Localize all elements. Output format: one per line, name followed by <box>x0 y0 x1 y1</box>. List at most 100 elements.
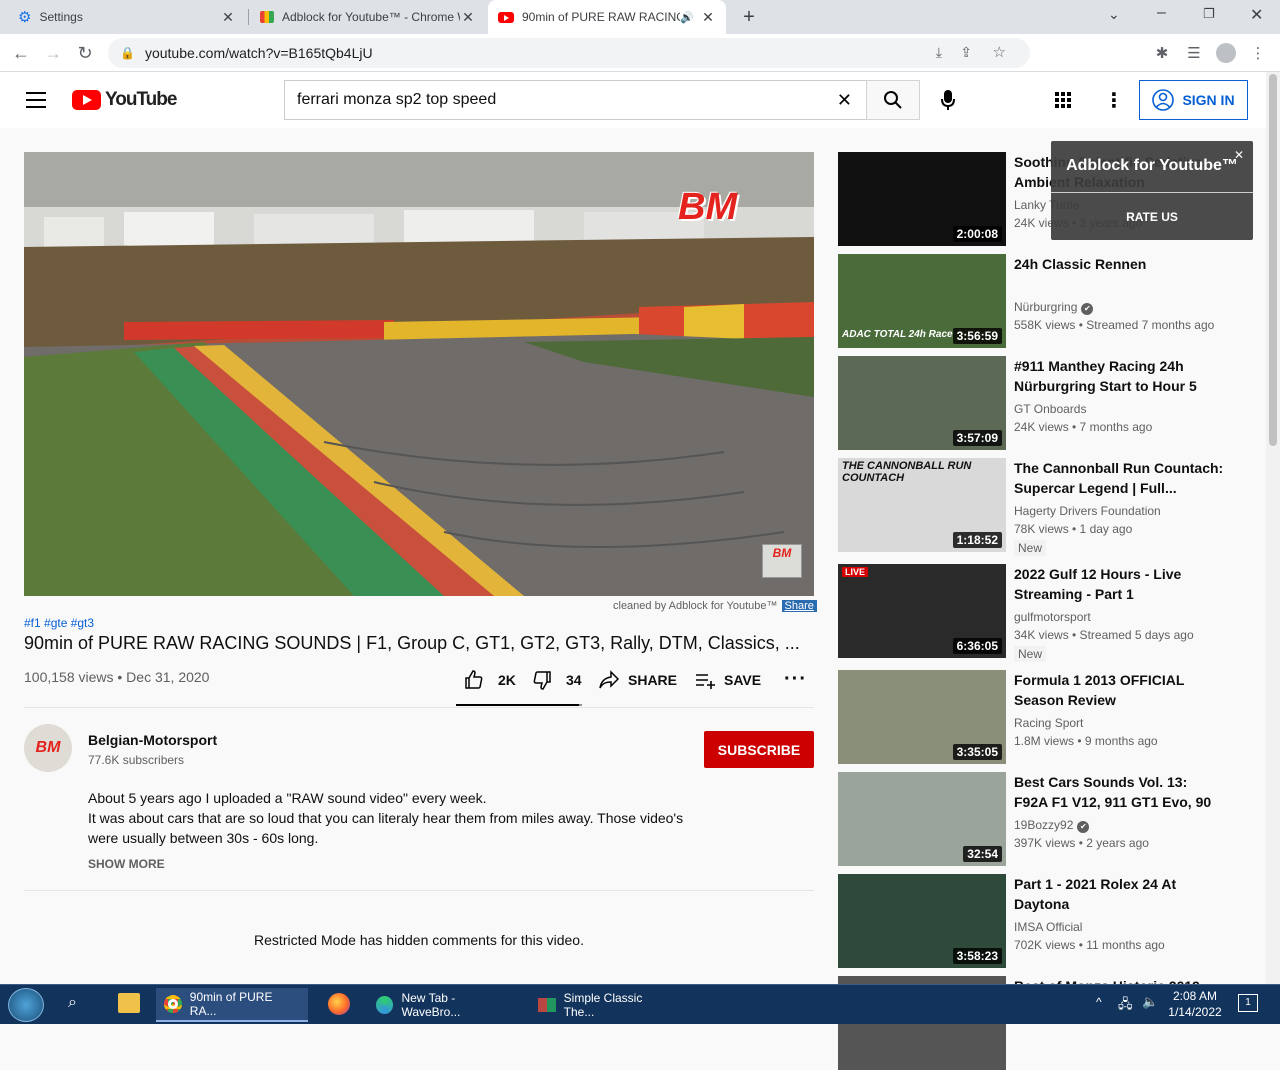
recommended-video[interactable]: 3:57:09 #911 Manthey Racing 24h Nürburgri… <box>838 356 1258 450</box>
browser-toolbar: ← → ↻ 🔒 youtube.com/watch?v=B165tQb4LjU … <box>0 34 1280 72</box>
recommended-video[interactable]: 3:58:23 Part 1 - 2021 Rolex 24 At Daytona… <box>838 874 1258 968</box>
tab-youtube[interactable]: 90min of PURE RAW RACING 🔊 ✕ <box>488 0 726 34</box>
recommended-video-title[interactable]: Formula 1 2013 OFFICIAL Season Review <box>1014 670 1224 710</box>
tab-title: Adblock for Youtube™ - Chrome We <box>282 10 460 24</box>
recommended-video-channel[interactable]: 19Bozzy92 ✔ <box>1014 818 1090 833</box>
clear-search-icon[interactable]: ✕ <box>837 90 852 111</box>
start-button[interactable] <box>8 988 44 1022</box>
video-thumbnail[interactable]: 32:54 <box>838 772 1006 866</box>
wave-browser-icon <box>376 996 394 1014</box>
action-center-icon[interactable]: 1 <box>1238 994 1258 1012</box>
search-icon[interactable]: ⌕ <box>68 994 77 1012</box>
recommended-video-channel[interactable]: Racing Sport <box>1014 716 1083 730</box>
channel-watermark[interactable]: BM <box>762 544 802 578</box>
recommended-video-title[interactable]: 24h Classic Rennen <box>1014 254 1224 274</box>
tab-adblock-store[interactable]: Adblock for Youtube™ - Chrome We ✕ <box>250 0 486 34</box>
channel-avatar[interactable]: BM <box>24 724 72 772</box>
file-explorer-icon[interactable] <box>118 993 140 1013</box>
extensions-icon[interactable]: ✱ <box>1148 39 1176 67</box>
video-hashtags[interactable]: #f1 #gte #gt3 <box>24 616 94 630</box>
save-button[interactable]: SAVE <box>694 668 761 692</box>
recommended-video-channel[interactable]: IMSA Official <box>1014 920 1082 934</box>
video-thumbnail[interactable]: 3:35:05 <box>838 670 1006 764</box>
recommended-video-title[interactable]: The Cannonball Run Countach: Supercar Le… <box>1014 458 1224 498</box>
search-button[interactable] <box>866 80 920 120</box>
show-more-button[interactable]: SHOW MORE <box>88 857 165 871</box>
recommended-video-channel[interactable]: gulfmotorsport <box>1014 610 1091 624</box>
video-watermark-logo: BM <box>678 186 738 228</box>
voice-search-button[interactable] <box>936 88 960 112</box>
settings-more-icon[interactable]: ⋮ <box>1104 88 1124 113</box>
bookmark-star-icon[interactable]: ☆ <box>993 43 1006 61</box>
subscribe-button[interactable]: SUBSCRIBE <box>704 731 814 768</box>
video-thumbnail[interactable]: THE CANNONBALL RUN COUNTACH 1:18:52 <box>838 458 1006 552</box>
share-button[interactable]: SHARE <box>598 668 677 692</box>
close-icon[interactable]: ✕ <box>700 9 716 26</box>
video-duration: 3:58:23 <box>952 948 1002 964</box>
firefox-icon[interactable] <box>328 993 350 1015</box>
taskbar-item-classic-theme[interactable]: Simple Classic The... <box>530 988 682 1022</box>
minimize-button[interactable]: – <box>1157 4 1166 22</box>
forward-button[interactable]: → <box>38 38 68 68</box>
system-clock[interactable]: 2:08 AM 1/14/2022 <box>1166 988 1224 1020</box>
video-thumbnail[interactable]: 3:57:09 <box>838 356 1006 450</box>
search-input[interactable]: ferrari monza sp2 top speed ✕ <box>284 80 867 120</box>
network-icon[interactable]: 🖧 <box>1118 995 1133 1017</box>
recommended-video-title[interactable]: 2022 Gulf 12 Hours - Live Streaming - Pa… <box>1014 564 1224 604</box>
more-actions-icon[interactable]: ··· <box>784 668 807 691</box>
close-icon[interactable]: ✕ <box>220 9 236 26</box>
restore-button[interactable]: ❐ <box>1203 6 1215 22</box>
back-button[interactable]: ← <box>6 38 36 68</box>
new-tab-button[interactable]: + <box>738 6 760 28</box>
sign-in-button[interactable]: SIGN IN <box>1139 80 1248 120</box>
like-count: 2K <box>498 672 516 688</box>
close-icon[interactable]: ✕ <box>460 9 476 26</box>
taskbar-item-chrome[interactable]: 90min of PURE RA... <box>156 988 308 1022</box>
page-scrollbar[interactable] <box>1266 72 1280 984</box>
like-button[interactable]: 2K <box>464 668 516 692</box>
verified-badge-icon: ✔ <box>1077 821 1090 833</box>
install-icon[interactable]: ⤓ <box>936 44 942 61</box>
tab-search-icon[interactable]: ⌄ <box>1108 6 1120 23</box>
video-thumbnail[interactable]: 3:58:23 <box>838 874 1006 968</box>
recommended-video-title[interactable]: Best Cars Sounds Vol. 13: F92A F1 V12, 9… <box>1014 772 1224 812</box>
recommended-video-title[interactable]: #911 Manthey Racing 24h Nürburgring Star… <box>1014 356 1224 396</box>
channel-name: 19Bozzy92 <box>1014 818 1074 832</box>
profile-icon[interactable] <box>1212 39 1240 67</box>
adblock-share-button[interactable]: Share <box>781 600 817 612</box>
video-thumbnail[interactable]: LIVE 6:36:05 <box>838 564 1006 658</box>
adblock-popup-title: Adblock for Youtube™ <box>1066 157 1238 174</box>
show-hidden-icons[interactable]: ^ <box>1096 995 1102 1009</box>
tab-settings[interactable]: ⚙ Settings ✕ <box>8 0 246 34</box>
youtube-logo[interactable]: YouTube <box>72 89 177 111</box>
recommended-video[interactable]: 32:54 Best Cars Sounds Vol. 13: F92A F1 V… <box>838 772 1258 866</box>
taskbar-item-wavebrowser[interactable]: New Tab - WaveBro... <box>368 988 522 1022</box>
hamburger-menu-icon[interactable] <box>26 92 46 108</box>
close-window-button[interactable]: ✕ <box>1250 5 1263 25</box>
dislike-button[interactable]: 34 <box>532 668 582 692</box>
video-thumbnail[interactable]: ADAC TOTAL 24h Race 3:56:59 <box>838 254 1006 348</box>
recommended-video-channel[interactable]: GT Onboards <box>1014 402 1086 416</box>
share-icon[interactable]: ⇪ <box>960 44 972 61</box>
tab-title: 90min of PURE RAW RACING <box>522 10 681 24</box>
recommended-video[interactable]: ADAC TOTAL 24h Race 3:56:59 24h Classic Re… <box>838 254 1258 348</box>
browser-menu-icon[interactable]: ⋮ <box>1244 39 1272 67</box>
recommended-video-title[interactable]: Part 1 - 2021 Rolex 24 At Daytona <box>1014 874 1224 914</box>
video-thumbnail[interactable]: 2:00:08 <box>838 152 1006 246</box>
address-bar[interactable]: 🔒 youtube.com/watch?v=B165tQb4LjU ⤓ ⇪ ☆ <box>108 38 1030 68</box>
reload-button[interactable]: ↻ <box>70 38 100 68</box>
channel-name[interactable]: Belgian-Motorsport <box>88 732 217 748</box>
volume-icon[interactable]: 🔈 <box>1142 994 1158 1010</box>
recommended-video[interactable]: LIVE 6:36:05 2022 Gulf 12 Hours - Live Str… <box>838 564 1258 662</box>
rate-us-button[interactable]: RATE US <box>1051 193 1253 240</box>
recommended-video-channel[interactable]: Nürburgring ✔ <box>1014 300 1094 315</box>
recommended-video[interactable]: THE CANNONBALL RUN COUNTACH 1:18:52 The Ca… <box>838 458 1258 556</box>
apps-grid-icon[interactable] <box>1055 92 1071 108</box>
speaker-icon[interactable]: 🔊 <box>680 11 694 24</box>
video-views-date: 100,158 views • Dec 31, 2020 <box>24 669 210 685</box>
reading-list-icon[interactable]: ☰ <box>1180 39 1208 67</box>
scrollbar-thumb[interactable] <box>1269 74 1277 446</box>
video-player[interactable]: BM BM <box>24 152 814 596</box>
recommended-video-channel[interactable]: Hagerty Drivers Foundation <box>1014 504 1161 518</box>
recommended-video[interactable]: 3:35:05 Formula 1 2013 OFFICIAL Season Re… <box>838 670 1258 764</box>
